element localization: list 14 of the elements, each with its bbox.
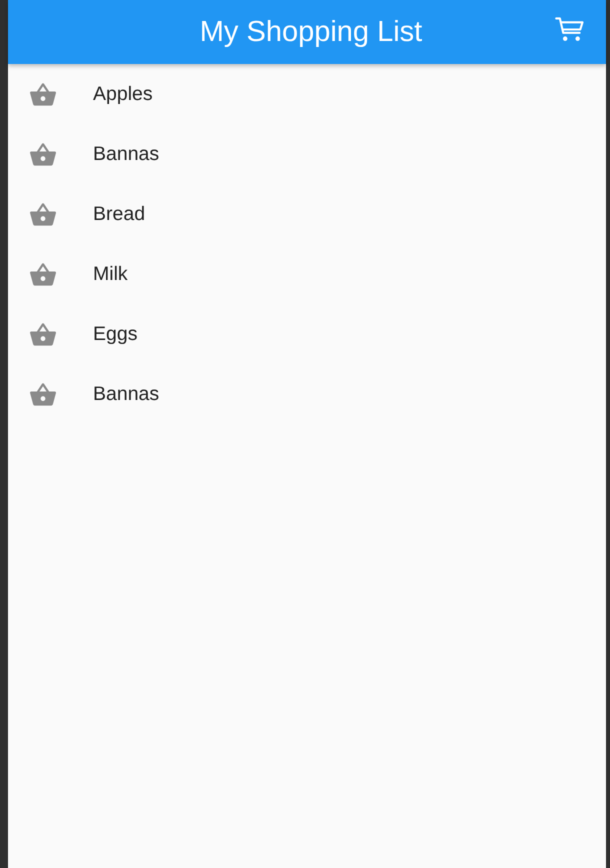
item-label: Bread [93, 202, 146, 226]
basket-icon [30, 322, 56, 346]
basket-icon [30, 262, 56, 286]
item-label: Milk [93, 262, 128, 286]
item-label: Bannas [93, 142, 160, 166]
item-label: Apples [93, 82, 153, 106]
item-label: Bannas [93, 382, 160, 406]
shopping-cart-icon[interactable] [555, 17, 584, 42]
app-title: My Shopping List [200, 16, 422, 48]
basket-icon [30, 82, 56, 106]
basket-icon [30, 202, 56, 226]
basket-icon [30, 142, 56, 166]
item-label: Eggs [93, 322, 138, 346]
basket-icon [30, 382, 56, 406]
